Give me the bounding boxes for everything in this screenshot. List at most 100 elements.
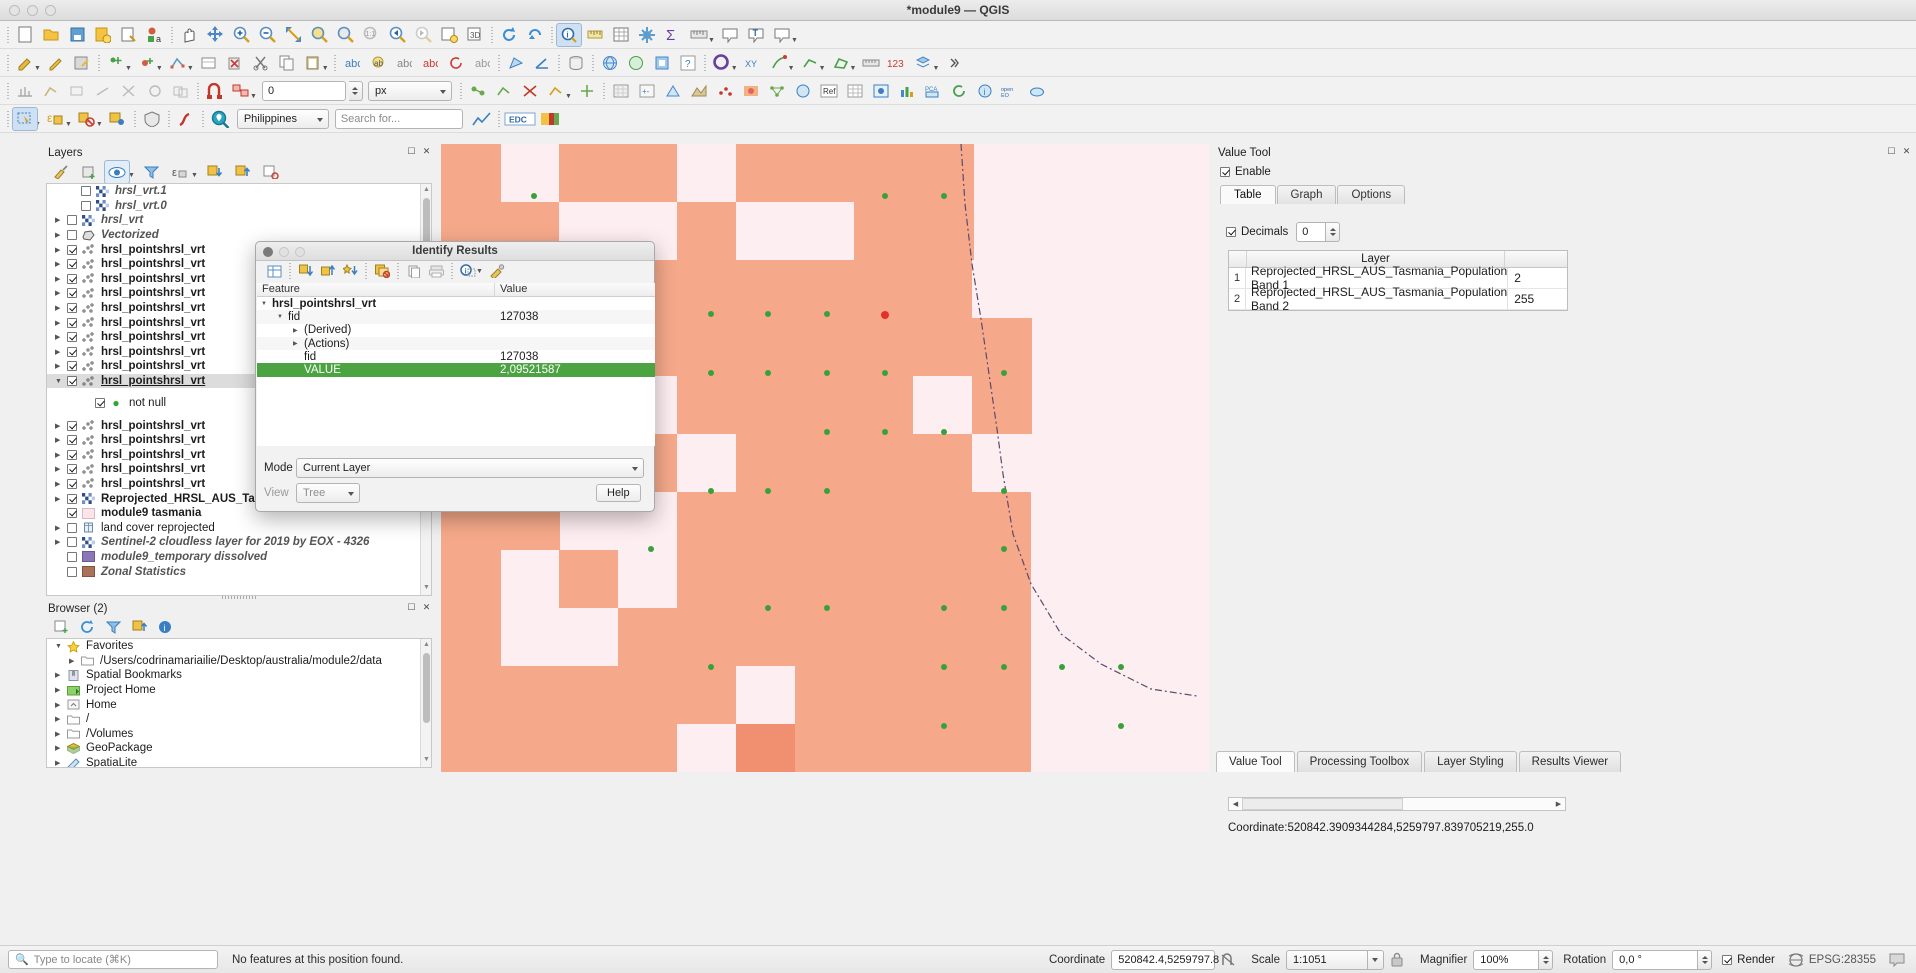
pan-to-selection-icon[interactable]: [202, 23, 228, 47]
globe-icon[interactable]: [597, 51, 623, 75]
modify-attributes-icon[interactable]: [196, 51, 222, 75]
layer-tree-item[interactable]: Zonal Statistics: [47, 564, 431, 579]
layer-visibility-checkbox[interactable]: [67, 230, 77, 241]
metasearch-icon[interactable]: [623, 51, 649, 75]
layer-visibility-checkbox[interactable]: [67, 449, 77, 460]
layer-visibility-checkbox[interactable]: [67, 537, 77, 548]
cut-features-icon[interactable]: [248, 51, 274, 75]
crs-label[interactable]: EPSG:28355: [1809, 954, 1876, 966]
scroll-down-icon[interactable]: ▼: [423, 756, 430, 765]
new-print-layout-icon[interactable]: [116, 23, 142, 47]
pin-labels-icon[interactable]: ab: [365, 51, 391, 75]
dock-tab-value-tool[interactable]: Value Tool: [1216, 751, 1295, 772]
search-input[interactable]: Search for...: [334, 108, 463, 129]
search-location-icon[interactable]: [207, 107, 233, 131]
decimals-input[interactable]: 0: [1296, 222, 1327, 242]
save-project-icon[interactable]: [64, 23, 90, 47]
info-layer-icon[interactable]: i: [972, 79, 998, 103]
browser-tree-item[interactable]: /: [47, 712, 431, 727]
chevron-right-icon[interactable]: [941, 51, 967, 75]
add-feature-icon[interactable]: [103, 51, 129, 75]
collapse-all-icon[interactable]: [230, 160, 256, 184]
help-button[interactable]: Help: [596, 484, 641, 502]
scroll-up-icon[interactable]: ▲: [423, 186, 430, 195]
circle-select-icon[interactable]: [709, 51, 735, 75]
draw-map-icon[interactable]: [522, 23, 548, 47]
tab-options[interactable]: Options: [1337, 185, 1406, 204]
cloud-icon[interactable]: [1024, 79, 1050, 103]
magnifier-input[interactable]: 100%: [1473, 949, 1540, 970]
browser-scrollbar[interactable]: ▲ ▼: [420, 639, 431, 767]
value-tool-enable-row[interactable]: Enable: [1220, 166, 1916, 178]
sum-statistics-icon[interactable]: Σ: [660, 23, 686, 47]
expand-all-icon[interactable]: [296, 262, 316, 280]
zoom-native-icon[interactable]: 1:1: [358, 23, 384, 47]
lock-scale-icon[interactable]: [1384, 948, 1410, 972]
browser-tree[interactable]: ▲ ▼ Favorites/Users/codrinamariailie/Des…: [46, 638, 432, 768]
identify-result-row[interactable]: ▼ hrsl_pointshrsl_vrt: [257, 297, 655, 310]
expand-arrow[interactable]: [55, 246, 67, 254]
vector-polygon-icon[interactable]: [828, 51, 854, 75]
manage-visibility-icon[interactable]: [104, 160, 130, 184]
layer-visibility-checkbox[interactable]: [81, 200, 91, 211]
layer-tree-item[interactable]: land cover reprojected: [47, 520, 431, 535]
highlight-all-icon[interactable]: [340, 262, 360, 280]
dock-tab-processing-toolbox[interactable]: Processing Toolbox: [1296, 751, 1423, 772]
expand-arrow[interactable]: [55, 465, 67, 473]
layer-visibility-checkbox[interactable]: [67, 259, 77, 270]
identify-result-row[interactable]: ▶ (Actions): [257, 336, 655, 351]
identify-features-icon[interactable]: i: [556, 22, 582, 47]
layer-visibility-checkbox[interactable]: [67, 464, 77, 475]
network-analysis-icon[interactable]: [764, 79, 790, 103]
add-point-feature-icon[interactable]: [134, 51, 160, 75]
digitize-toggle-icon[interactable]: [38, 79, 64, 103]
clear-results-icon[interactable]: [372, 262, 392, 280]
layer-visibility-checkbox[interactable]: [81, 186, 91, 197]
map-tips-icon[interactable]: [717, 23, 743, 47]
copy-icon[interactable]: [404, 262, 424, 280]
tab-table[interactable]: Table: [1220, 185, 1276, 204]
chevron-down-icon[interactable]: ▼: [476, 268, 483, 281]
trace-icon[interactable]: [142, 79, 168, 103]
pan-map-icon[interactable]: [176, 23, 202, 47]
layer-visibility-checkbox[interactable]: [67, 435, 77, 446]
scale-combo[interactable]: 1:1051: [1285, 949, 1368, 970]
topological-editing-icon[interactable]: [465, 79, 491, 103]
interpolation-icon[interactable]: [712, 79, 738, 103]
layer-tree-item[interactable]: hrsl_vrt: [47, 213, 431, 228]
layer-visibility-checkbox[interactable]: [67, 288, 77, 299]
messages-icon[interactable]: [1884, 948, 1910, 972]
identify-dialog-titlebar[interactable]: Identify Results: [256, 242, 654, 261]
stats-icon[interactable]: [894, 79, 920, 103]
save-layer-edits-icon[interactable]: [69, 51, 95, 75]
new-map-view-icon[interactable]: [436, 23, 462, 47]
style-manager-icon[interactable]: a: [142, 23, 168, 47]
filter-legend-expression-icon[interactable]: ε: [167, 160, 193, 184]
expand-arrow[interactable]: [55, 216, 67, 224]
properties-icon[interactable]: i: [152, 615, 178, 639]
snapping-tolerance-stepper[interactable]: [348, 80, 363, 101]
semi-auto-icon[interactable]: [868, 79, 894, 103]
zoom-next-icon[interactable]: [410, 23, 436, 47]
undock-icon[interactable]: ☐: [406, 602, 417, 613]
measure-icon[interactable]: [686, 23, 712, 47]
heatmap-icon[interactable]: [738, 79, 764, 103]
decimals-checkbox[interactable]: [1226, 227, 1236, 237]
layer-tree-item[interactable]: module9_temporary dissolved: [47, 550, 431, 565]
ref-icon[interactable]: Ref: [816, 79, 842, 103]
xy-tool-icon[interactable]: XY: [740, 51, 766, 75]
coordinate-input[interactable]: 520842.4,5259797.8: [1111, 949, 1219, 970]
browser-tree-item[interactable]: /Users/codrinamariailie/Desktop/australi…: [47, 654, 431, 669]
ruler-icon[interactable]: [858, 51, 884, 75]
browser-scroll-thumb[interactable]: [423, 653, 430, 723]
layer-visibility-checkbox[interactable]: [67, 376, 77, 387]
select-by-expression-icon[interactable]: ε: [43, 107, 69, 131]
terrain-icon[interactable]: [686, 79, 712, 103]
crs-icon[interactable]: [1783, 948, 1809, 972]
expand-arrow[interactable]: ▶: [293, 327, 304, 334]
vertex-tool-icon[interactable]: [165, 51, 191, 75]
help-icon[interactable]: ?: [675, 51, 701, 75]
expand-arrow[interactable]: [55, 538, 67, 546]
dock-tab-layer-styling[interactable]: Layer Styling: [1424, 751, 1517, 772]
identify-result-row[interactable]: ▼ fid 127038: [257, 310, 655, 324]
